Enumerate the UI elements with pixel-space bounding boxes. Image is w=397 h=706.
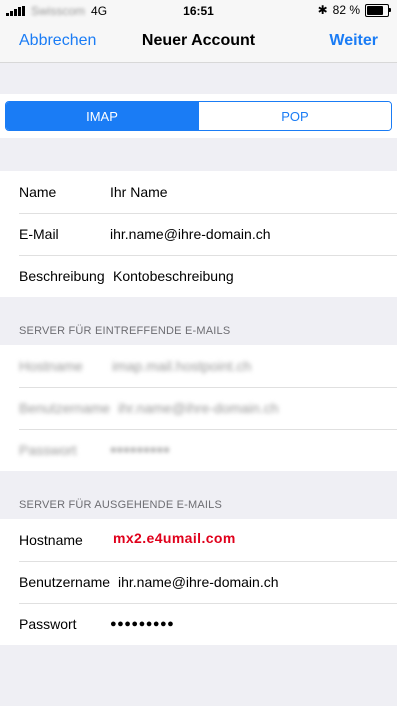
outgoing-hostname-label: Hostname (19, 532, 83, 548)
name-label: Name (19, 184, 57, 200)
outgoing-hostname-field[interactable]: mx2.e4umail.com (113, 530, 236, 546)
protocol-selector-section: IMAP POP (0, 94, 397, 138)
incoming-hostname-field[interactable]: imap.mail.hostpoint.ch (112, 358, 251, 374)
status-bar: Swisscom 4G 16:51 ✱ 82 % (0, 0, 397, 22)
account-info-group: Name Ihr Name E-Mail ihr.name@ihre-domai… (0, 171, 397, 297)
name-field[interactable]: Ihr Name (110, 184, 168, 200)
description-label: Beschreibung (19, 268, 105, 284)
outgoing-hostname-row[interactable]: Hostname mx2.e4umail.com (0, 519, 397, 561)
bluetooth-icon: ✱ (317, 3, 328, 17)
battery-icon (365, 3, 391, 17)
incoming-hostname-row[interactable]: Hostname imap.mail.hostpoint.ch (0, 345, 397, 387)
next-button[interactable]: Weiter (329, 32, 378, 50)
segment-imap[interactable]: IMAP (6, 102, 198, 130)
email-field[interactable]: ihr.name@ihre-domain.ch (110, 226, 271, 242)
outgoing-password-field[interactable]: ●●●●●●●●● (110, 618, 174, 630)
incoming-server-group: Hostname imap.mail.hostpoint.ch Benutzer… (0, 345, 397, 471)
incoming-server-header: SERVER FÜR EINTREFFENDE E-MAILS (19, 325, 231, 337)
email-label: E-Mail (19, 226, 59, 242)
outgoing-server-header: SERVER FÜR AUSGEHENDE E-MAILS (19, 499, 223, 511)
battery-percentage: 82 % (332, 3, 360, 17)
protocol-segmented-control: IMAP POP (5, 101, 392, 131)
outgoing-username-field[interactable]: ihr.name@ihre-domain.ch (118, 574, 279, 590)
name-row[interactable]: Name Ihr Name (0, 171, 397, 213)
description-field[interactable]: Kontobeschreibung (113, 268, 234, 284)
incoming-username-label: Benutzername (19, 400, 111, 416)
outgoing-username-label: Benutzername (19, 574, 111, 590)
incoming-hostname-label: Hostname (19, 358, 83, 374)
email-row[interactable]: E-Mail ihr.name@ihre-domain.ch (0, 213, 397, 255)
navigation-bar: Abbrechen Neuer Account Weiter (0, 22, 397, 63)
outgoing-password-label: Passwort (19, 616, 77, 632)
incoming-password-row[interactable]: Passwort ●●●●●●●●● (0, 429, 397, 471)
description-row[interactable]: Beschreibung Kontobeschreibung (0, 255, 397, 297)
outgoing-username-row[interactable]: Benutzername ihr.name@ihre-domain.ch (0, 561, 397, 603)
outgoing-server-group: Hostname mx2.e4umail.com Benutzername ih… (0, 519, 397, 645)
incoming-username-field[interactable]: ihr.name@ihre-domain.ch (118, 400, 279, 416)
incoming-password-label: Passwort (19, 442, 77, 458)
segment-pop[interactable]: POP (198, 102, 391, 130)
incoming-password-field[interactable]: ●●●●●●●●● (110, 444, 170, 456)
outgoing-password-row[interactable]: Passwort ●●●●●●●●● (0, 603, 397, 645)
incoming-username-row[interactable]: Benutzername ihr.name@ihre-domain.ch (0, 387, 397, 429)
